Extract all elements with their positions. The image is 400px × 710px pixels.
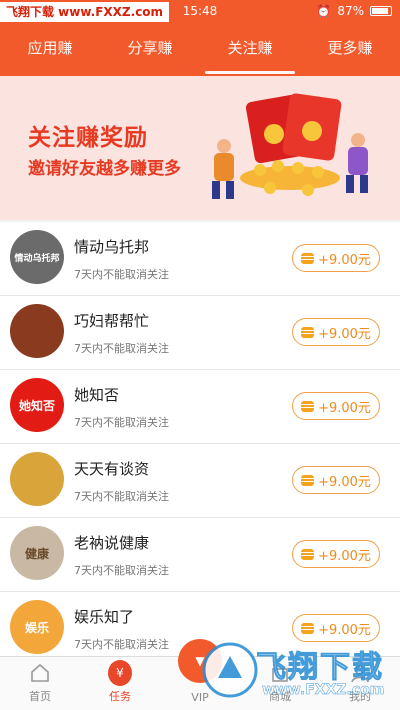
coin-icon [301,400,315,412]
nav-home-label: 首页 [29,690,51,703]
watermark-url: www.FXXZ.com [262,682,385,699]
coin-icon [301,622,315,634]
status-right: ⏰ 87% [316,4,392,18]
coin-icon [301,548,315,560]
tab-more-earn[interactable]: 更多赚 [300,24,400,76]
account-name: 娱乐知了 [74,608,135,626]
tab-app-earn[interactable]: 应用赚 [0,24,100,76]
account-note: 7天内不能取消关注 [74,490,169,503]
reward-button[interactable]: +9.00元 [292,244,380,272]
banner-illustration [212,93,368,199]
list-item[interactable]: 巧妇帮帮忙 7天内不能取消关注 +9.00元 [0,296,400,370]
account-note: 7天内不能取消关注 [74,638,169,651]
account-note: 7天内不能取消关注 [74,416,169,429]
status-bar: 飞翔下载 www.FXXZ.com 15:48 ⏰ 87% [0,0,400,24]
list-item[interactable]: 她知否 她知否 7天内不能取消关注 +9.00元 [0,370,400,444]
alarm-icon: ⏰ [316,4,332,18]
list-item[interactable]: 情动乌托邦 情动乌托邦 7天内不能取消关注 +9.00元 [0,222,400,296]
home-icon [28,661,52,685]
reward-button[interactable]: +9.00元 [292,466,380,494]
battery-icon [370,6,392,16]
tab-share-earn[interactable]: 分享赚 [100,24,200,76]
tab-bar: 应用赚 分享赚 关注赚 更多赚 [0,24,400,76]
avatar [10,452,64,506]
list-item[interactable]: 健康 老衲说健康 7天内不能取消关注 +9.00元 [0,518,400,592]
reward-amount: +9.00元 [318,252,371,268]
reward-amount: +9.00元 [318,548,371,564]
list-item[interactable]: 天天有谈资 7天内不能取消关注 +9.00元 [0,444,400,518]
coin-icon [301,326,315,338]
reward-amount: +9.00元 [318,326,371,342]
avatar: 健康 [10,526,64,580]
battery-percent: 87% [337,4,364,18]
reward-amount: +9.00元 [318,622,371,638]
reward-amount: +9.00元 [318,474,371,490]
avatar: 情动乌托邦 [10,230,64,284]
account-name: 老衲说健康 [74,534,150,552]
task-icon-glyph: ¥ [108,660,132,686]
watermark-logo-icon [202,642,258,698]
account-name: 天天有谈资 [74,460,150,478]
account-name: 情动乌托邦 [74,238,150,256]
site-watermark-overlay: 飞翔下载 www.FXXZ.com [198,636,398,710]
account-note: 7天内不能取消关注 [74,564,169,577]
account-name: 巧妇帮帮忙 [74,312,150,330]
reward-amount: +9.00元 [318,400,371,416]
nav-task-label: 任务 [109,690,131,703]
banner-subtitle: 邀请好友越多赚更多 [28,159,181,179]
tab-follow-earn[interactable]: 关注赚 [200,24,300,76]
account-note: 7天内不能取消关注 [74,268,169,281]
promo-banner[interactable]: 关注赚奖励 邀请好友越多赚更多 [0,76,400,220]
avatar [10,304,64,358]
task-icon: ¥ [108,660,132,686]
follow-account-list: 情动乌托邦 情动乌托邦 7天内不能取消关注 +9.00元 巧妇帮帮忙 7天内不能… [0,222,400,666]
avatar: 娱乐 [10,600,64,654]
watermark-text: 飞翔下载 [256,650,384,686]
account-note: 7天内不能取消关注 [74,342,169,355]
avatar: 她知否 [10,378,64,432]
coin-icon [301,474,315,486]
reward-button[interactable]: +9.00元 [292,318,380,346]
reward-button[interactable]: +9.00元 [292,540,380,568]
coin-icon [301,252,315,264]
nav-home[interactable]: 首页 [0,657,80,710]
banner-title: 关注赚奖励 [28,125,148,151]
account-name: 她知否 [74,386,120,404]
reward-button[interactable]: +9.00元 [292,392,380,420]
nav-task[interactable]: ¥ 任务 [80,657,160,710]
